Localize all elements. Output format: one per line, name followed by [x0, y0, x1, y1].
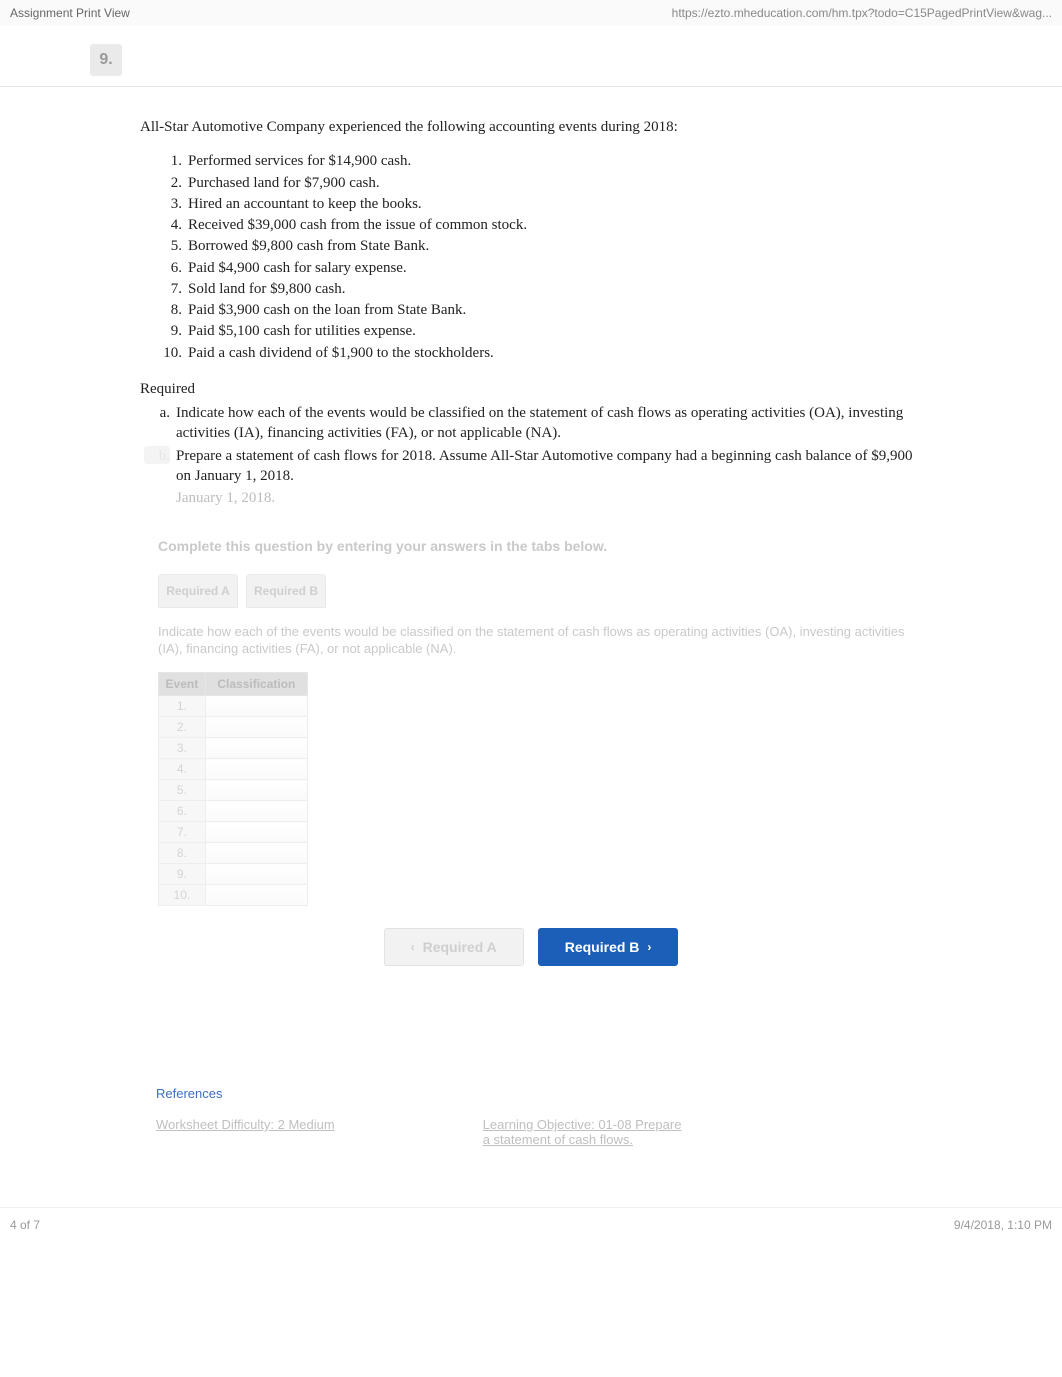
- prev-button[interactable]: ‹ Required A: [384, 928, 524, 966]
- tab-required-a[interactable]: Required A: [158, 574, 238, 608]
- tabs: Required A Required B: [158, 574, 1062, 608]
- question-number: 9.: [90, 44, 122, 76]
- required-text: Prepare a statement of cash flows for 20…: [176, 446, 922, 487]
- col-event: Event: [159, 673, 206, 696]
- problem-intro: All-Star Automotive Company experienced …: [140, 117, 922, 137]
- table-row: 5.: [159, 780, 308, 801]
- table-row: 7.: [159, 822, 308, 843]
- references-link[interactable]: References: [156, 1086, 222, 1101]
- required-list: a. Indicate how each of the events would…: [144, 403, 922, 486]
- table-row: 6.: [159, 801, 308, 822]
- required-b-tail: January 1, 2018.: [176, 488, 922, 508]
- event-text: Paid $3,900 cash on the loan from State …: [188, 300, 466, 320]
- difficulty-link[interactable]: Worksheet Difficulty: 2 Medium: [156, 1117, 335, 1147]
- event-text: Paid a cash dividend of $1,900 to the st…: [188, 343, 494, 363]
- next-button[interactable]: Required B ›: [538, 928, 679, 966]
- page-datetime: 9/4/2018, 1:10 PM: [954, 1218, 1052, 1232]
- tab-instruction: Complete this question by entering your …: [158, 538, 922, 554]
- table-row: 9.: [159, 864, 308, 885]
- event-text: Sold land for $9,800 cash.: [188, 279, 345, 299]
- chevron-right-icon: ›: [647, 940, 651, 954]
- classification-input[interactable]: [205, 822, 307, 843]
- classification-input[interactable]: [205, 843, 307, 864]
- event-text: Purchased land for $7,900 cash.: [188, 173, 380, 193]
- topbar-url: https://ezto.mheducation.com/hm.tpx?todo…: [672, 6, 1052, 20]
- classification-input[interactable]: [205, 780, 307, 801]
- chevron-left-icon: ‹: [411, 940, 415, 954]
- classification-input[interactable]: [205, 696, 307, 717]
- tab-required-b[interactable]: Required B: [246, 574, 326, 608]
- table-row: 2.: [159, 717, 308, 738]
- topbar-title: Assignment Print View: [10, 6, 130, 20]
- question-header: 9.: [0, 26, 1062, 87]
- page-number: 4 of 7: [10, 1218, 40, 1232]
- event-text: Borrowed $9,800 cash from State Bank.: [188, 236, 429, 256]
- learning-objective-link-b[interactable]: a statement of cash flows.: [483, 1132, 633, 1147]
- event-text: Paid $4,900 cash for salary expense.: [188, 258, 407, 278]
- required-label: Required: [140, 379, 922, 399]
- problem-body: All-Star Automotive Company experienced …: [0, 117, 1062, 508]
- col-classification: Classification: [205, 673, 307, 696]
- event-text: Performed services for $14,900 cash.: [188, 151, 411, 171]
- classification-input[interactable]: [205, 759, 307, 780]
- event-text: Paid $5,100 cash for utilities expense.: [188, 321, 416, 341]
- events-list: 1.Performed services for $14,900 cash. 2…: [156, 151, 922, 363]
- classification-input[interactable]: [205, 717, 307, 738]
- nav-buttons: ‹ Required A Required B ›: [0, 928, 1062, 966]
- page-footer: 4 of 7 9/4/2018, 1:10 PM: [0, 1207, 1062, 1242]
- classification-table: Event Classification 1. 2. 3. 4. 5. 6. 7…: [158, 672, 308, 906]
- classification-input[interactable]: [205, 738, 307, 759]
- part-a-instruction: Indicate how each of the events would be…: [158, 624, 922, 658]
- table-row: 3.: [159, 738, 308, 759]
- classification-input[interactable]: [205, 801, 307, 822]
- table-row: 10.: [159, 885, 308, 906]
- required-text: Indicate how each of the events would be…: [176, 403, 922, 444]
- topbar: Assignment Print View https://ezto.mhedu…: [0, 0, 1062, 26]
- required-b-marker: b.: [144, 446, 170, 464]
- learning-objective-link[interactable]: Learning Objective: 01-08 Prepare: [483, 1117, 682, 1132]
- event-text: Received $39,000 cash from the issue of …: [188, 215, 527, 235]
- classification-input[interactable]: [205, 885, 307, 906]
- classification-input[interactable]: [205, 864, 307, 885]
- event-text: Hired an accountant to keep the books.: [188, 194, 422, 214]
- table-row: 8.: [159, 843, 308, 864]
- table-row: 4.: [159, 759, 308, 780]
- table-row: 1.: [159, 696, 308, 717]
- footer-links: References Worksheet Difficulty: 2 Mediu…: [156, 1086, 1062, 1147]
